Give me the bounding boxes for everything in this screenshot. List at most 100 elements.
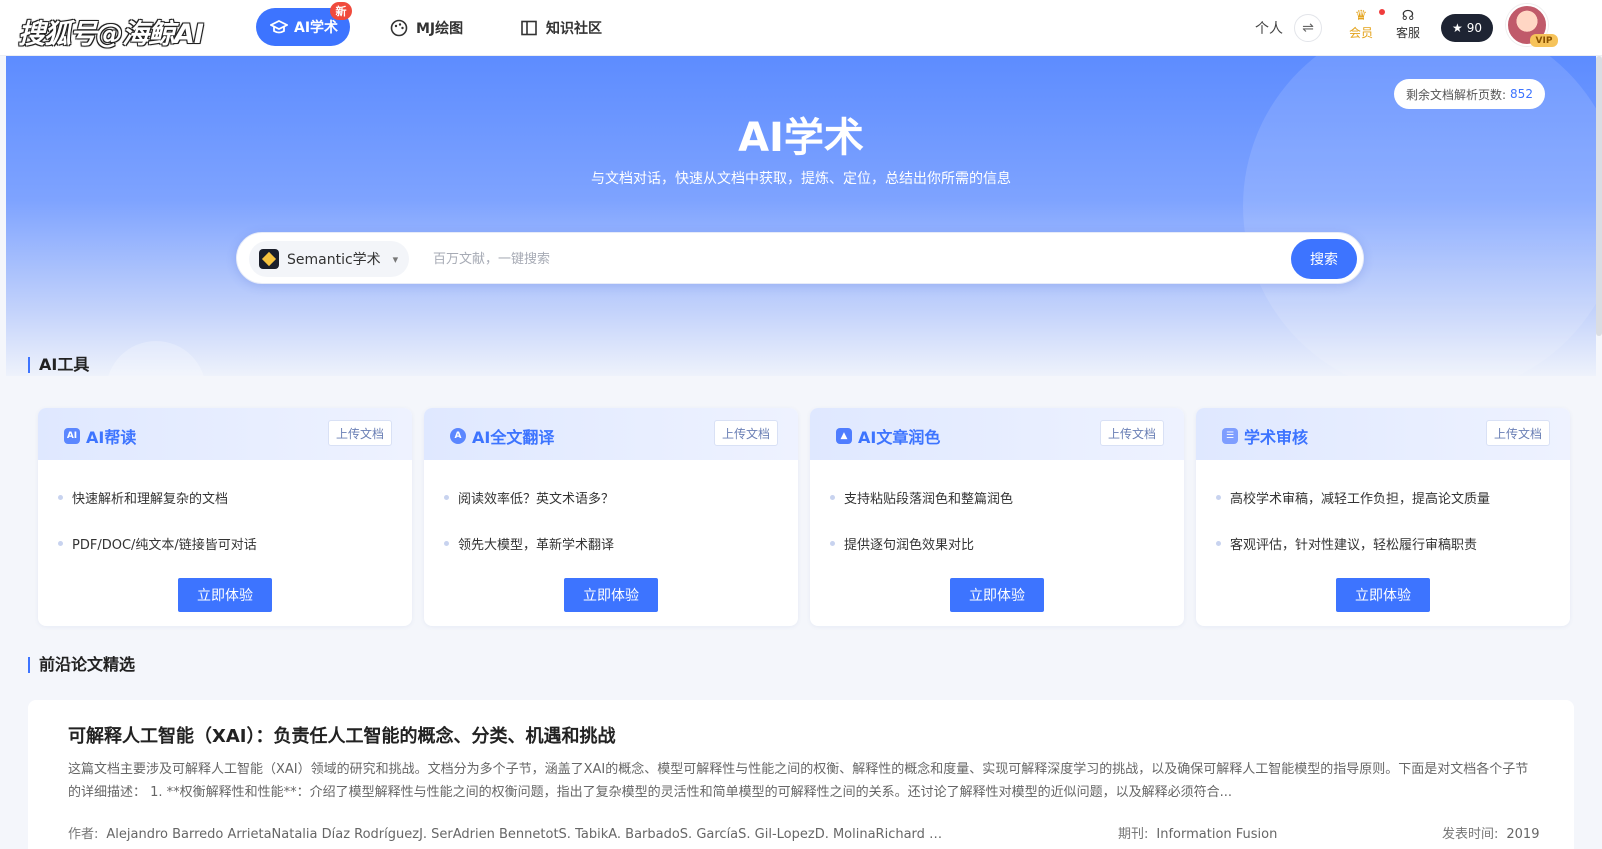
try-now-button[interactable]: 立即体验: [950, 578, 1044, 612]
search-source-label: Semantic学术: [287, 252, 381, 268]
service-label: 客服: [1395, 26, 1420, 40]
try-now-button[interactable]: 立即体验: [178, 578, 272, 612]
upload-document-button[interactable]: 上传文档: [1100, 420, 1164, 446]
headset-icon: ☊: [1401, 8, 1415, 24]
feature-text: 提供逐句润色效果对比: [844, 538, 975, 553]
feature-text: 阅读效率低？英文术语多？: [458, 492, 615, 507]
points-value: 90: [1466, 21, 1483, 35]
search-bar: Semantic学术 ▾ 搜索: [236, 232, 1364, 284]
journal-label: 期刊:: [1118, 827, 1149, 842]
paper-authors: 作者: Alejandro Barredo ArrietaNatalia Díaz…: [68, 823, 948, 842]
paper-abstract: 这篇文档主要涉及可解释人工智能（XAI）领域的研究和挑战。文档分为多个子节，涵盖…: [68, 762, 1529, 800]
ai-icon: AI: [64, 428, 80, 444]
section-title-ai-tools: AI工具: [28, 357, 89, 373]
card-title: ☰ 学术审核: [1222, 424, 1308, 448]
bullet-icon: [444, 541, 449, 546]
watermark-text: 搜狐号@海鲸AI: [18, 19, 204, 50]
bullet-icon: [444, 495, 449, 500]
new-badge: 新: [330, 2, 352, 20]
tool-card-ai-translation: A AI全文翻译 上传文档 阅读效率低？英文术语多？ 领先大模型，革新学术翻译 …: [424, 408, 798, 626]
card-title-text: 学术审核: [1244, 428, 1309, 447]
hero-banner: [6, 56, 1596, 376]
feature-text: 支持粘贴段落润色和整篇润色: [844, 492, 1014, 507]
bullet-icon: [1216, 541, 1221, 546]
nav-tab-label: MJ绘图: [416, 21, 464, 37]
member-button[interactable]: ♛ 会员: [1345, 8, 1377, 41]
feature-text: 快速解析和理解复杂的文档: [72, 492, 229, 507]
feature-item: 支持粘贴段落润色和整篇润色: [830, 488, 1013, 507]
bullet-icon: [58, 541, 63, 546]
nav-tab-knowledge-community[interactable]: 知识社区: [520, 17, 602, 39]
palette-icon: [390, 19, 408, 37]
card-title: A AI全文翻译: [450, 424, 554, 448]
graduation-cap-icon: [270, 20, 288, 34]
feature-item: 高校学术审稿，减轻工作负担，提高论文质量: [1216, 488, 1490, 507]
upload-document-button[interactable]: 上传文档: [714, 420, 778, 446]
search-input[interactable]: [433, 247, 1253, 271]
feature-item: 客观评估，针对性建议，轻松履行审稿职责: [1216, 534, 1477, 553]
swap-icon[interactable]: ⇌: [1294, 14, 1322, 42]
card-title-text: AI全文翻译: [472, 428, 555, 447]
page-title: AI学术: [738, 115, 864, 161]
card-title-text: AI文章润色: [858, 428, 941, 447]
bullet-icon: [1216, 495, 1221, 500]
graduation-cap-icon: ▲: [836, 428, 852, 444]
tool-card-ai-reading: AI AI帮读 上传文档 快速解析和理解复杂的文档 PDF/DOC/纯文本/链接…: [38, 408, 412, 626]
paper-title[interactable]: 可解释人工智能（XAI）：负责任人工智能的概念、分类、机遇和挑战: [68, 722, 616, 748]
section-title-papers: 前沿论文精选: [28, 657, 135, 673]
tool-card-academic-review: ☰ 学术审核 上传文档 高校学术审稿，减轻工作负担，提高论文质量 客观评估，针对…: [1196, 408, 1570, 626]
bullet-icon: [830, 495, 835, 500]
feature-text: 客观评估，针对性建议，轻松履行审稿职责: [1230, 538, 1478, 553]
semantic-scholar-icon: [259, 249, 279, 269]
decorative-circle: [106, 341, 206, 376]
remaining-pages-value: 852: [1510, 87, 1533, 101]
search-button[interactable]: 搜索: [1291, 239, 1357, 279]
points-badge[interactable]: ★ 90: [1441, 14, 1493, 42]
card-title: AI AI帮读: [64, 424, 136, 448]
member-label: 会员: [1348, 26, 1373, 40]
bullet-icon: [58, 495, 63, 500]
nav-tab-label: 知识社区: [546, 21, 602, 37]
authors-label: 作者:: [68, 827, 99, 842]
personal-link[interactable]: 个人: [1255, 18, 1283, 38]
tool-card-ai-polishing: ▲ AI文章润色 上传文档 支持粘贴段落润色和整篇润色 提供逐句润色效果对比 立…: [810, 408, 1184, 626]
card-title-text: AI帮读: [86, 428, 137, 447]
upload-document-button[interactable]: 上传文档: [1486, 420, 1550, 446]
feature-text: 高校学术审稿，减轻工作负担，提高论文质量: [1230, 492, 1491, 507]
clipboard-icon: ☰: [1222, 428, 1238, 444]
feature-item: 领先大模型，革新学术翻译: [444, 534, 614, 553]
customer-service-button[interactable]: ☊ 客服: [1392, 8, 1424, 41]
feature-item: 阅读效率低？英文术语多？: [444, 488, 614, 507]
remaining-pages-label: 剩余文档解析页数:: [1406, 87, 1507, 102]
paper-card[interactable]: 可解释人工智能（XAI）：负责任人工智能的概念、分类、机遇和挑战 这篇文档主要涉…: [28, 700, 1574, 849]
upload-document-button[interactable]: 上传文档: [328, 420, 392, 446]
scrollbar[interactable]: [1596, 56, 1602, 336]
date-value: 2019: [1506, 827, 1540, 842]
top-navigation-bar: 搜狐号@海鲸AI AI学术 新 MJ绘图 知识社区 个人 ⇌ ♛ 会员 ☊ 客服…: [0, 0, 1602, 56]
nav-tab-mj-drawing[interactable]: MJ绘图: [390, 17, 463, 39]
try-now-button[interactable]: 立即体验: [564, 578, 658, 612]
feature-text: PDF/DOC/纯文本/链接皆可对话: [72, 538, 257, 553]
notification-dot: [1379, 9, 1385, 15]
card-title: ▲ AI文章润色: [836, 424, 940, 448]
vip-badge: VIP: [1530, 34, 1558, 47]
page-subtitle: 与文档对话，快速从文档中获取，提炼、定位，总结出你所需的信息: [591, 171, 1011, 187]
search-source-select[interactable]: Semantic学术 ▾: [249, 241, 409, 277]
nav-tab-label: AI学术: [294, 20, 339, 36]
bullet-icon: [830, 541, 835, 546]
star-icon: ★: [1451, 21, 1463, 35]
try-now-button[interactable]: 立即体验: [1336, 578, 1430, 612]
paper-journal: 期刊: Information Fusion: [1118, 823, 1277, 842]
feature-text: 领先大模型，革新学术翻译: [458, 538, 615, 553]
feature-item: 提供逐句润色效果对比: [830, 534, 974, 553]
journal-value: Information Fusion: [1156, 827, 1278, 842]
crown-icon: ♛: [1354, 8, 1368, 24]
date-label: 发表时间:: [1442, 827, 1499, 842]
paper-date: 发表时间: 2019: [1442, 823, 1539, 842]
authors-value: Alejandro Barredo ArrietaNatalia Díaz Ro…: [106, 827, 948, 842]
feature-item: 快速解析和理解复杂的文档: [58, 488, 228, 507]
book-open-icon: [521, 20, 537, 36]
feature-item: PDF/DOC/纯文本/链接皆可对话: [58, 534, 257, 553]
translate-icon: A: [450, 428, 466, 444]
chevron-down-icon: ▾: [392, 252, 399, 266]
